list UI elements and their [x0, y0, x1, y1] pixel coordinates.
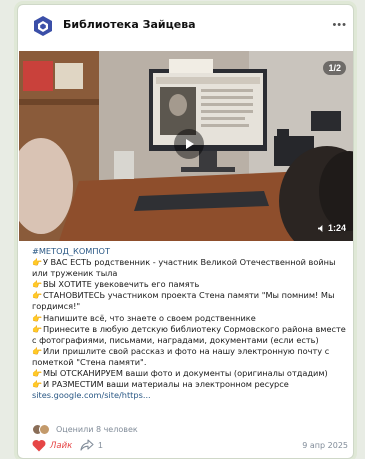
channel-name[interactable]: Библиотека Зайцева — [63, 18, 196, 31]
media-counter: 1/2 — [323, 61, 346, 75]
post-text: #МЕТОД_КОМПОТ 👉У ВАС ЕСТЬ родственник - … — [32, 246, 348, 401]
pointing-hand-icon: 👉 — [32, 313, 42, 323]
post-actions: Лайк 1 9 апр 2025 — [32, 439, 348, 455]
share-icon — [80, 439, 94, 451]
volume-icon — [317, 224, 323, 232]
text-line: 👉Или пришлите свой рассказ и фото на наш… — [32, 345, 330, 367]
like-label: Лайк — [50, 440, 73, 451]
channel-avatar[interactable] — [32, 15, 54, 37]
rated-by[interactable]: Оценили 8 человек — [32, 422, 138, 436]
share-count: 1 — [98, 440, 103, 450]
pointing-hand-icon: 👉 — [32, 258, 42, 268]
external-link[interactable]: sites.google.com/site/https... — [32, 390, 348, 401]
play-button[interactable] — [174, 129, 204, 159]
pointing-hand-icon: 👉 — [32, 346, 42, 356]
like-button[interactable]: Лайк — [32, 439, 72, 452]
text-line: 👉У ВАС ЕСТЬ родственник - участник Велик… — [32, 257, 336, 279]
post-date: 9 апр 2025 — [302, 441, 348, 450]
hashtag-link[interactable]: #МЕТОД_КОМПОТ — [32, 246, 348, 257]
hexagon-logo-icon — [34, 16, 52, 36]
reactor-avatars — [32, 423, 50, 435]
post-video[interactable]: 1/2 1:24 — [19, 51, 353, 241]
duration-text: 1:24 — [327, 223, 346, 233]
video-duration: 1:24 — [317, 223, 346, 233]
heart-icon — [32, 440, 46, 452]
text-line: 👉Принесите в любую детскую библиотеку Со… — [32, 323, 346, 345]
play-icon — [186, 139, 194, 149]
text-line: 👉И РАЗМЕСТИМ ваши материалы на электронн… — [32, 379, 289, 390]
post-card: Библиотека Зайцева ••• 1/2 1:24 #МЕТОД_К… — [17, 4, 354, 459]
pointing-hand-icon: 👉 — [32, 280, 42, 290]
text-line: 👉СТАНОВИТЕСЬ участником проекта Стена па… — [32, 290, 335, 312]
share-button[interactable]: 1 — [80, 439, 103, 451]
text-line: 👉ВЫ ХОТИТЕ увековечить его память — [32, 279, 200, 290]
pointing-hand-icon: 👉 — [32, 369, 42, 379]
post-header: Библиотека Зайцева ••• — [18, 5, 353, 47]
more-dots-icon[interactable]: ••• — [332, 19, 347, 31]
text-line: 👉МЫ ОТСКАНИРУЕМ ваши фото и документы (о… — [32, 368, 328, 379]
rated-count-text: Оценили 8 человек — [56, 424, 138, 434]
text-line: 👉Напишите всё, что знаете о своем родств… — [32, 312, 256, 323]
avatar — [39, 423, 50, 435]
pointing-hand-icon: 👉 — [32, 380, 42, 390]
pointing-hand-icon: 👉 — [32, 291, 42, 301]
pointing-hand-icon: 👉 — [32, 324, 42, 334]
